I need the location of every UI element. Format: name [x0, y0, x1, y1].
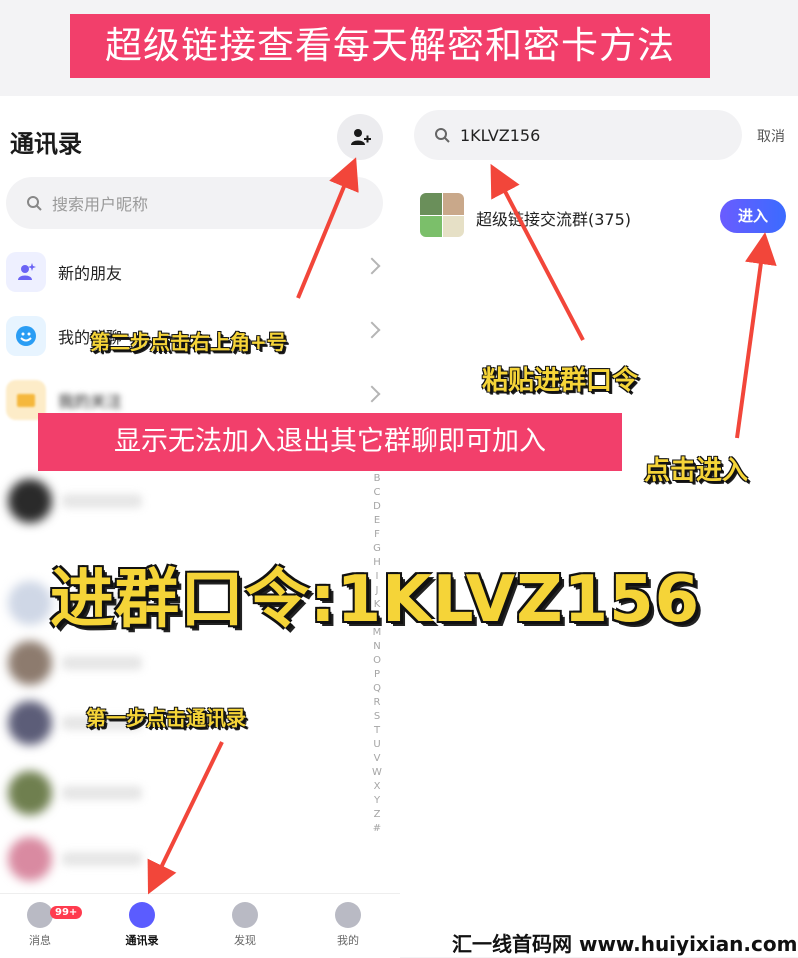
alphabet-index-letter[interactable]: Z: [370, 808, 384, 822]
group-name: 超级链接交流群(375): [476, 210, 632, 229]
list-item-label: 新的朋友: [58, 264, 123, 283]
cancel-button[interactable]: 取消: [757, 126, 785, 146]
list-item[interactable]: [8, 836, 158, 882]
top-banner: 超级链接查看每天解密和密卡方法: [70, 14, 710, 78]
alphabet-index-letter[interactable]: V: [370, 752, 384, 766]
avatar: [8, 701, 52, 745]
smile-icon: [6, 316, 46, 356]
tab-contacts[interactable]: 通讯录: [102, 902, 182, 948]
chat-icon: [27, 902, 53, 928]
alphabet-index-letter[interactable]: W: [370, 766, 384, 780]
search-icon: [27, 196, 42, 211]
tab-label: 我的: [337, 934, 359, 947]
search-input[interactable]: 搜索用户昵称: [6, 177, 383, 229]
alphabet-index-letter[interactable]: E: [370, 514, 384, 528]
avatar: [8, 837, 52, 881]
alphabet-index-letter[interactable]: D: [370, 500, 384, 514]
search-value: 1KLVZ156: [460, 125, 541, 145]
alphabet-index-letter[interactable]: X: [370, 780, 384, 794]
alphabet-index-letter[interactable]: #: [370, 822, 384, 836]
tab-label: 通讯录: [125, 934, 159, 947]
alphabet-index-letter[interactable]: Q: [370, 682, 384, 696]
step2-annotation: 第二步点击右上角+号: [90, 330, 287, 354]
passcode-text: 进群口令:1KLVZ156: [50, 563, 701, 637]
alphabet-index-letter[interactable]: S: [370, 710, 384, 724]
avatar: [8, 479, 52, 523]
group-search-input[interactable]: 1KLVZ156: [414, 110, 742, 160]
contacts-icon: [129, 902, 155, 928]
new-friend-icon: [6, 252, 46, 292]
avatar: [8, 641, 52, 685]
chevron-right-icon: [363, 321, 381, 339]
list-item[interactable]: [8, 640, 158, 686]
list-item-label: 我的关注: [58, 392, 123, 411]
click-join-annotation: 点击进入: [644, 456, 749, 486]
search-icon: [435, 128, 450, 143]
join-button[interactable]: 进入: [720, 199, 786, 233]
add-friend-button[interactable]: [337, 114, 383, 160]
tab-messages[interactable]: 99+ 消息: [0, 902, 83, 948]
list-item[interactable]: [8, 478, 158, 524]
avatar: [8, 771, 52, 815]
alphabet-index-letter[interactable]: B: [370, 472, 384, 486]
alphabet-index-letter[interactable]: C: [370, 486, 384, 500]
list-item[interactable]: [8, 770, 158, 816]
alphabet-index-letter[interactable]: N: [370, 640, 384, 654]
page-title: 通讯录: [10, 130, 82, 158]
user-icon: [335, 902, 361, 928]
avatar: [8, 581, 52, 625]
unread-badge: 99+: [50, 906, 83, 919]
chevron-right-icon: [363, 385, 381, 403]
bottom-nav: 99+ 消息 通讯录 发现 我的: [0, 893, 400, 958]
chevron-right-icon: [363, 257, 381, 275]
group-avatar: [420, 193, 464, 237]
alphabet-index[interactable]: B C D E F G H I J K L M N O P Q R S T U V W X Y Z #: [370, 472, 384, 836]
compass-icon: [232, 902, 258, 928]
add-friend-icon: [351, 129, 371, 145]
alphabet-index-letter[interactable]: O: [370, 654, 384, 668]
alphabet-index-letter[interactable]: Y: [370, 794, 384, 808]
list-item-new-friends[interactable]: 新的朋友: [6, 244, 396, 300]
warning-banner: 显示无法加入退出其它群聊即可加入: [38, 413, 622, 471]
tab-label: 消息: [29, 934, 51, 947]
alphabet-index-letter[interactable]: T: [370, 724, 384, 738]
alphabet-index-letter[interactable]: U: [370, 738, 384, 752]
paste-annotation: 粘贴进群口令: [482, 366, 639, 396]
tab-label: 发现: [234, 934, 256, 947]
alphabet-index-letter[interactable]: R: [370, 696, 384, 710]
watermark: 汇一线首码网 www.huiyixian.com: [452, 932, 798, 956]
tab-discover[interactable]: 发现: [205, 902, 285, 948]
alphabet-index-letter[interactable]: F: [370, 528, 384, 542]
step1-annotation: 第一步点击通讯录: [86, 706, 246, 730]
tab-me[interactable]: 我的: [308, 902, 388, 948]
search-placeholder: 搜索用户昵称: [52, 195, 149, 214]
alphabet-index-letter[interactable]: P: [370, 668, 384, 682]
